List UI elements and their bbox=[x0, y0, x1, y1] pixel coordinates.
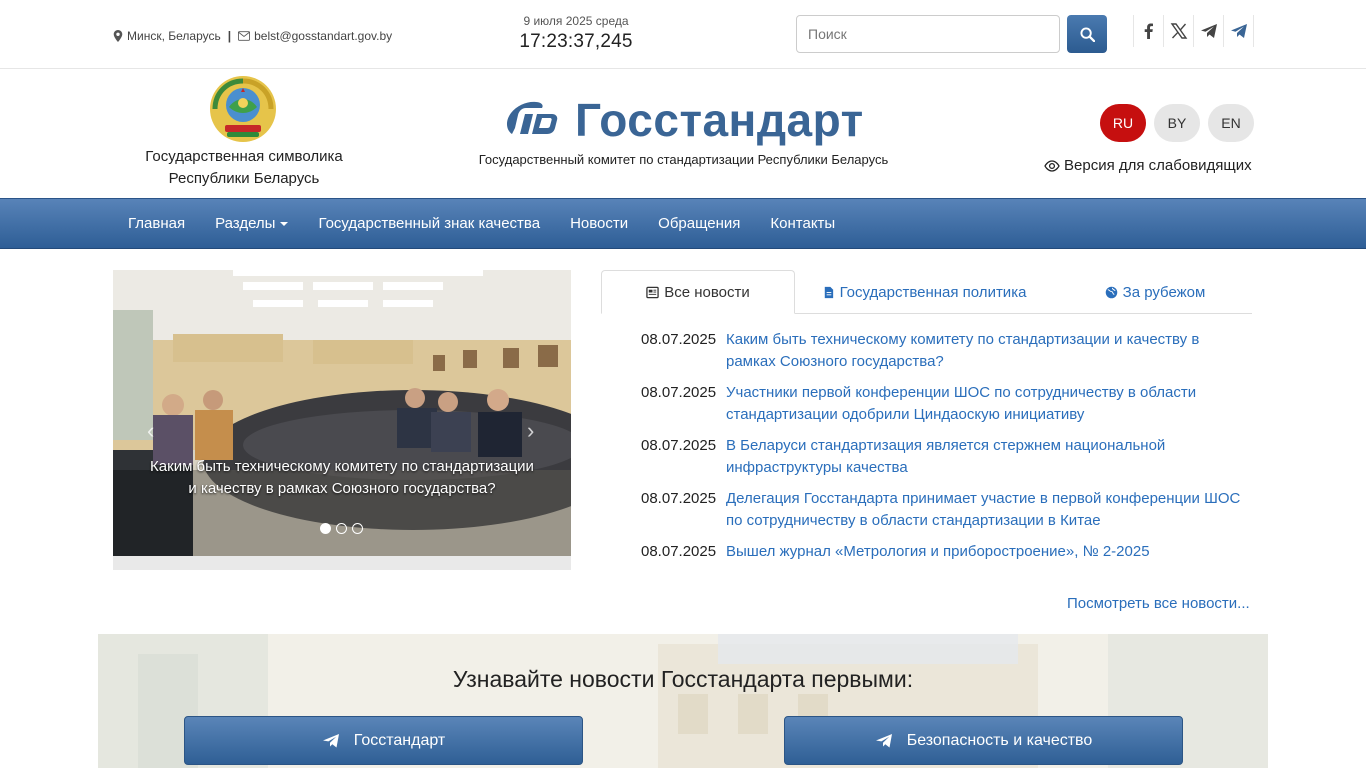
news-link[interactable]: В Беларуси стандартизация является стерж… bbox=[726, 435, 1253, 479]
telegram-icon bbox=[875, 733, 892, 747]
telegram-link[interactable] bbox=[1194, 15, 1224, 47]
gosstandart-logo-icon[interactable] bbox=[502, 98, 558, 140]
news-link[interactable]: Участники первой конференции ШОС по сотр… bbox=[726, 382, 1253, 426]
tab-state-policy[interactable]: Государственная политика bbox=[806, 270, 1042, 314]
eye-icon bbox=[1044, 159, 1060, 172]
x-link[interactable] bbox=[1164, 15, 1194, 47]
emblem-caption-line1: Государственная символика bbox=[145, 148, 343, 165]
telegram-icon bbox=[1230, 24, 1247, 38]
carousel-next-button[interactable]: › bbox=[527, 418, 534, 444]
map-marker-icon bbox=[113, 30, 123, 42]
news-link[interactable]: Каким быть техническому комитету по стан… bbox=[726, 329, 1253, 373]
contact-separator: | bbox=[227, 29, 232, 43]
all-news-link[interactable]: Посмотреть все новости... bbox=[1067, 595, 1250, 612]
lang-by-button[interactable]: BY bbox=[1154, 104, 1200, 142]
envelope-icon bbox=[238, 31, 251, 41]
tab-all-news[interactable]: Все новости bbox=[601, 270, 795, 314]
current-time: 17:23:37,245 bbox=[519, 31, 633, 52]
telegram-channel-link[interactable] bbox=[1224, 15, 1254, 47]
carousel-dot[interactable] bbox=[336, 523, 347, 534]
caret-down-icon bbox=[280, 221, 289, 226]
list-item: 08.07.2025 Делегация Госстандарта приним… bbox=[641, 488, 1253, 532]
lang-en-button[interactable]: EN bbox=[1208, 104, 1254, 142]
tab-abroad-label: За рубежом bbox=[1122, 283, 1206, 301]
news-list: 08.07.2025 Каким быть техническому комит… bbox=[641, 329, 1253, 572]
site-subtitle: Государственный комитет по стандартизаци… bbox=[478, 152, 889, 167]
site-title[interactable]: Госстандарт bbox=[575, 93, 864, 147]
emblem-caption[interactable]: Государственная символика Республики Бел… bbox=[124, 146, 364, 190]
x-icon bbox=[1170, 23, 1187, 39]
tab-state-policy-label: Государственная политика bbox=[839, 283, 1027, 301]
low-vision-label: Версия для слабовидящих bbox=[1064, 157, 1252, 174]
news-link[interactable]: Вышел журнал «Метрология и приборостроен… bbox=[726, 541, 1150, 563]
list-item: 08.07.2025 Каким быть техническому комит… bbox=[641, 329, 1253, 373]
contact-info: Минск, Беларусь | belst@gosstandart.gov.… bbox=[113, 29, 392, 43]
carousel-dot[interactable] bbox=[320, 523, 331, 534]
search-input[interactable] bbox=[796, 15, 1060, 53]
email-link[interactable]: belst@gosstandart.gov.by bbox=[254, 29, 392, 43]
document-icon bbox=[824, 286, 833, 298]
search-icon bbox=[1079, 26, 1095, 42]
tab-all-news-label: Все новости bbox=[664, 283, 750, 301]
facebook-icon bbox=[1144, 23, 1153, 39]
current-date: 9 июля 2025 среда bbox=[523, 14, 629, 28]
search-button[interactable] bbox=[1067, 15, 1107, 53]
telegram-safety-label: Безопасность и качество bbox=[906, 731, 1093, 749]
carousel-dot[interactable] bbox=[352, 523, 363, 534]
nav-item-appeals[interactable]: Обращения bbox=[643, 215, 755, 232]
nav-item-contacts[interactable]: Контакты bbox=[755, 215, 850, 232]
news-date: 08.07.2025 bbox=[641, 490, 717, 507]
social-links bbox=[1133, 15, 1254, 47]
carousel-caption[interactable]: Каким быть техническому комитету по стан… bbox=[150, 456, 534, 499]
newspaper-icon bbox=[646, 286, 659, 298]
globe-icon bbox=[1105, 286, 1117, 298]
nav-item-sections-label: Разделы bbox=[215, 215, 276, 232]
telegram-gosstandart-label: Госстандарт bbox=[353, 731, 446, 749]
news-link[interactable]: Делегация Госстандарта принимает участие… bbox=[726, 488, 1253, 532]
carousel-photo[interactable] bbox=[113, 270, 571, 556]
emblem-caption-line2: Республики Беларусь bbox=[168, 170, 320, 187]
news-date: 08.07.2025 bbox=[641, 543, 717, 560]
news-date: 08.07.2025 bbox=[641, 384, 717, 401]
facebook-link[interactable] bbox=[1134, 15, 1164, 47]
list-item: 08.07.2025 Участники первой конференции … bbox=[641, 382, 1253, 426]
location-text: Минск, Беларусь bbox=[127, 29, 221, 43]
telegram-gosstandart-button[interactable]: Госстандарт bbox=[184, 716, 583, 765]
telegram-safety-button[interactable]: Безопасность и качество bbox=[784, 716, 1183, 765]
low-vision-link[interactable]: Версия для слабовидящих bbox=[1044, 157, 1252, 174]
news-date: 08.07.2025 bbox=[641, 331, 717, 348]
subscribe-section: Узнавайте новости Госстандарта первыми: … bbox=[98, 634, 1268, 768]
news-date: 08.07.2025 bbox=[641, 437, 717, 454]
clock: 9 июля 2025 среда 17:23:37,245 bbox=[500, 14, 652, 53]
nav-item-sections[interactable]: Разделы bbox=[200, 215, 303, 232]
telegram-icon bbox=[322, 733, 339, 747]
nav-item-quality-mark[interactable]: Государственный знак качества bbox=[303, 215, 555, 232]
carousel-prev-button[interactable]: ‹ bbox=[147, 418, 154, 444]
telegram-icon bbox=[1200, 24, 1217, 38]
list-item: 08.07.2025 В Беларуси стандартизация явл… bbox=[641, 435, 1253, 479]
tab-abroad[interactable]: За рубежом bbox=[1090, 270, 1220, 314]
lang-ru-button[interactable]: RU bbox=[1100, 104, 1146, 142]
top-bar: Минск, Беларусь | belst@gosstandart.gov.… bbox=[0, 0, 1366, 69]
main-nav: Главная Разделы Государственный знак кач… bbox=[0, 198, 1366, 249]
nav-item-news[interactable]: Новости bbox=[555, 215, 643, 232]
carousel-indicators bbox=[320, 523, 363, 534]
nav-item-home[interactable]: Главная bbox=[113, 215, 200, 232]
state-emblem-icon[interactable] bbox=[207, 73, 279, 145]
list-item: 08.07.2025 Вышел журнал «Метрология и пр… bbox=[641, 541, 1253, 563]
subscribe-title: Узнавайте новости Госстандарта первыми: bbox=[452, 666, 914, 692]
